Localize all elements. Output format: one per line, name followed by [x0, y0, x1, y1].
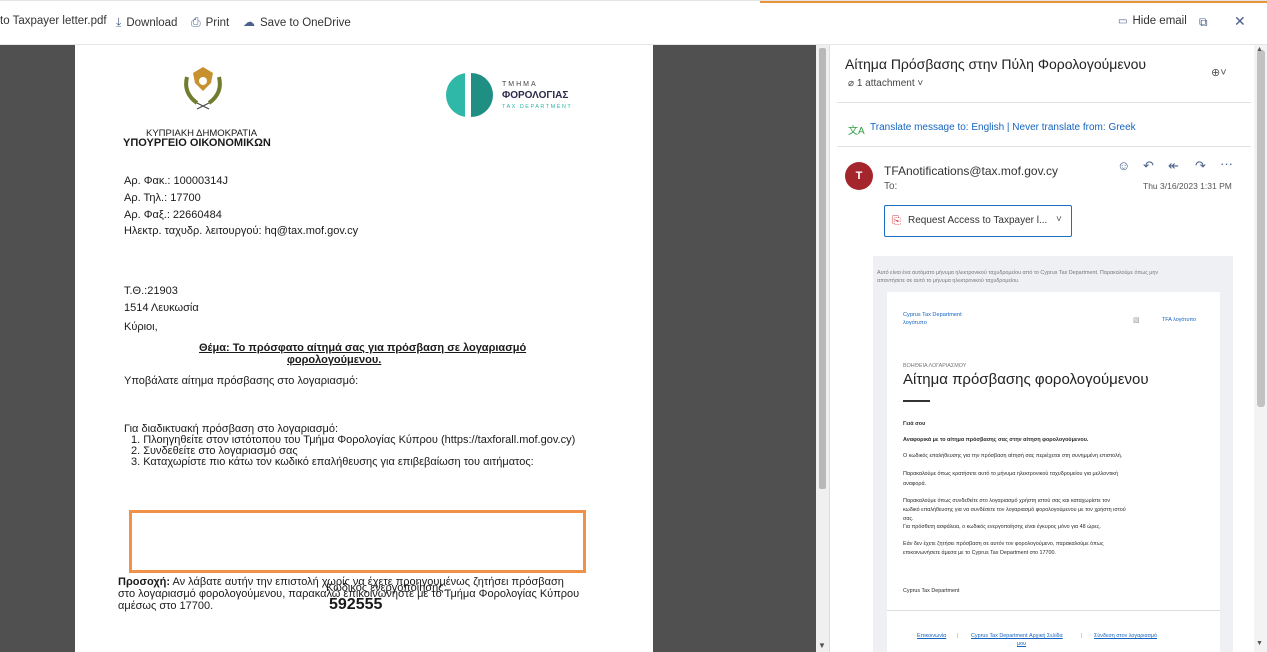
subject-line-1: Θέμα: Το πρόσφατο αίτημά σας για πρόσβασ…: [199, 342, 527, 354]
reference-line: Αναφορικά με το αίτημα πρόσβασης σας στη…: [903, 437, 1089, 443]
dept-big-label: ΦΟΡΟΛΟΓΙΑΣ: [502, 90, 569, 101]
save-onedrive-label: Save to OneDrive: [260, 17, 351, 29]
dept-en-label: TAX DEPARTMENT: [502, 104, 573, 110]
scroll-down-icon[interactable]: ▼: [818, 641, 826, 650]
accent-line: [760, 1, 1267, 3]
translate-link[interactable]: Translate message to: English | Never tr…: [870, 122, 1136, 133]
hide-email-button[interactable]: ▭ Hide email: [1118, 15, 1187, 27]
print-icon: ⎙: [191, 15, 201, 29]
divider: [837, 102, 1251, 103]
file-number: Αρ. Φακ.: 10000314J: [124, 175, 228, 187]
pdf-icon: ⎘: [892, 215, 901, 227]
tax-department-logo-icon: [446, 73, 493, 117]
footer-separator: |: [957, 633, 959, 639]
attachment-count-label: 1 attachment: [856, 78, 915, 89]
city: 1514 Λευκωσία: [124, 302, 199, 314]
warning-line-3: αμέσως στο 17700.: [118, 600, 214, 612]
download-label: Download: [126, 17, 178, 29]
paragraph-5b: επικοινωνήσετε άμεσα με το Cyprus Tax De…: [903, 550, 1057, 556]
warning-line-1: Προσοχή: Αν λάβατε αυτήν την επιστολή χω…: [118, 576, 564, 588]
paragraph-2a: Παρακαλούμε όπως κρατήσετε αυτό το μήνυμ…: [903, 471, 1118, 477]
print-label: Print: [205, 17, 230, 29]
save-onedrive-button[interactable]: ☁ Save to OneDrive: [243, 15, 351, 29]
forward-icon[interactable]: ↷: [1195, 158, 1206, 174]
sender-avatar: T: [845, 162, 873, 190]
fax-number: Αρ. Φαξ.: 22660484: [124, 209, 222, 221]
greeting: Γειά σου: [903, 421, 926, 427]
paperclip-icon: ⌀: [848, 78, 857, 89]
email-card: Cyprus Tax Department λογότυπο ▧ TFA λογ…: [887, 292, 1220, 652]
paragraph-3a: Παρακαλούμε όπως συνδεθείτε στο λογαριασ…: [903, 498, 1111, 504]
sender-address[interactable]: TFAnotifications@tax.mof.gov.cy: [884, 164, 1058, 178]
auto-notice-2: απαντήσετε σε αυτό το μήνυμα ηλεκτρονικο…: [877, 278, 1020, 284]
close-icon[interactable]: ✕: [1234, 13, 1246, 30]
print-button[interactable]: ⎙ Print: [191, 15, 229, 30]
signoff: Cyprus Tax Department: [903, 588, 960, 594]
translate-icon: 文A: [848, 126, 865, 137]
hide-email-label: Hide email: [1132, 15, 1187, 27]
footer-separator: |: [1081, 633, 1083, 639]
footer-link-wrap[interactable]: μου: [1017, 641, 1026, 647]
footer-link-login[interactable]: Σύνδεση στον λογαριασμό: [1094, 633, 1157, 639]
auto-notice: Αυτό είναι ένα αυτόματο μήνυμα ηλεκτρονι…: [877, 270, 1159, 276]
divider: [837, 146, 1251, 147]
tfa-logo-alt[interactable]: TFA λογότυπο: [1162, 317, 1196, 323]
paragraph-3c: σας.: [903, 516, 914, 522]
more-icon[interactable]: ···: [1220, 156, 1233, 171]
footer-link-home[interactable]: Cyprus Tax Department Αρχική Σελίδα: [971, 633, 1063, 639]
salutation: Κύριοι,: [124, 321, 158, 333]
file-name: to Taxpayer letter.pdf: [0, 15, 107, 27]
logo-alt-text[interactable]: Cyprus Tax Department: [903, 312, 962, 318]
to-label: To:: [884, 181, 898, 192]
cyprus-emblem-icon: [184, 67, 222, 110]
broken-image-icon: ▧: [1133, 317, 1140, 324]
chevron-down-icon[interactable]: ˅: [1056, 214, 1062, 225]
email-scrollbar-thumb[interactable]: [1257, 50, 1265, 407]
paragraph-4: Για πρόσθετη ασφάλεια, ο κωδικός ενεργοπ…: [903, 524, 1101, 530]
download-icon: ⤓: [116, 15, 122, 29]
viewer-toolbar: to Taxpayer letter.pdf ⤓ Download ⎙ Print …: [0, 0, 1267, 45]
subject-line-2: φορολογούμενου.: [287, 354, 382, 366]
footer-divider: [887, 610, 1220, 611]
ministry-label: ΥΠΟΥΡΓΕΙΟ ΟΙΚΟΝΟΜΙΚΩΝ: [123, 137, 271, 149]
onedrive-icon: ☁: [243, 15, 255, 29]
step-3: 3. Καταχωρίστε πιο κάτω τον κωδικό επαλή…: [131, 456, 534, 468]
viewer-scrollbar-thumb[interactable]: [819, 48, 826, 489]
reply-icon[interactable]: ↶: [1143, 158, 1154, 174]
zoom-icon[interactable]: ⊕˅: [1211, 66, 1227, 79]
scroll-down-icon[interactable]: ▼: [1256, 640, 1263, 647]
attachment-name: Request Access to Taxpayer l...: [908, 215, 1048, 226]
email-date: Thu 3/16/2023 1:31 PM: [1143, 181, 1232, 191]
email-subject: Αίτημα Πρόσβασης στην Πύλη Φορολογούμενο…: [845, 56, 1147, 72]
warning-label: Προσοχή:: [118, 576, 171, 588]
footer-link-contact[interactable]: Επικοινωνία: [917, 633, 946, 639]
pane-divider: [829, 45, 830, 652]
attachment-card[interactable]: ⎘ Request Access to Taxpayer l... ˅: [884, 205, 1072, 237]
emoji-icon[interactable]: ☺: [1117, 158, 1130, 173]
warning-line-2: στο λογαριασμό φορολογούμενου, παρακαλώ …: [118, 588, 580, 600]
attachment-count[interactable]: ⌀ 1 attachment ˅: [848, 78, 923, 89]
download-button[interactable]: ⤓ Download: [116, 15, 177, 30]
scroll-up-icon[interactable]: ▲: [1256, 46, 1263, 53]
paragraph-5a: Εάν δεν έχετε ζητήσει πρόσβαση σε αυτόν …: [903, 541, 1104, 547]
dept-small-label: ΤΜΗΜΑ: [502, 81, 538, 88]
po-box: T.Θ.:21903: [124, 285, 178, 297]
submitted-text: Υποβάλατε αίτημα πρόσβασης στο λογαριασμ…: [124, 375, 359, 387]
paragraph-2b: αναφορά.: [903, 481, 927, 487]
popout-icon[interactable]: ⧉: [1199, 15, 1208, 30]
officer-email: Ηλεκτρ. ταχυδρ. λειτουργού: hq@tax.mof.g…: [124, 225, 359, 237]
paragraph-3b: κωδικό επαλήθευσης για να συνδέσετε τον …: [903, 507, 1126, 513]
heading-rule: [903, 400, 930, 402]
phone-number: Αρ. Τηλ.: 17700: [124, 192, 201, 204]
activation-code-highlight: [129, 510, 586, 573]
reply-all-icon[interactable]: ↞: [1168, 158, 1179, 174]
logo-alt-text-2[interactable]: λογότυπο: [903, 320, 927, 326]
kicker: ΒΟΗΘΕΙΑ ΛΟΓΑΡΙΑΣΜΟΥ: [903, 363, 967, 369]
hide-email-icon: ▭: [1118, 16, 1128, 27]
warning-text-1: Αν λάβατε αυτήν την επιστολή χωρίς να έχ…: [170, 576, 564, 588]
paragraph-1: Ο κωδικός επαλήθευσης για την πρόσβαση α…: [903, 453, 1123, 459]
email-heading: Αίτημα πρόσβασης φορολογούμενου: [903, 371, 1149, 388]
